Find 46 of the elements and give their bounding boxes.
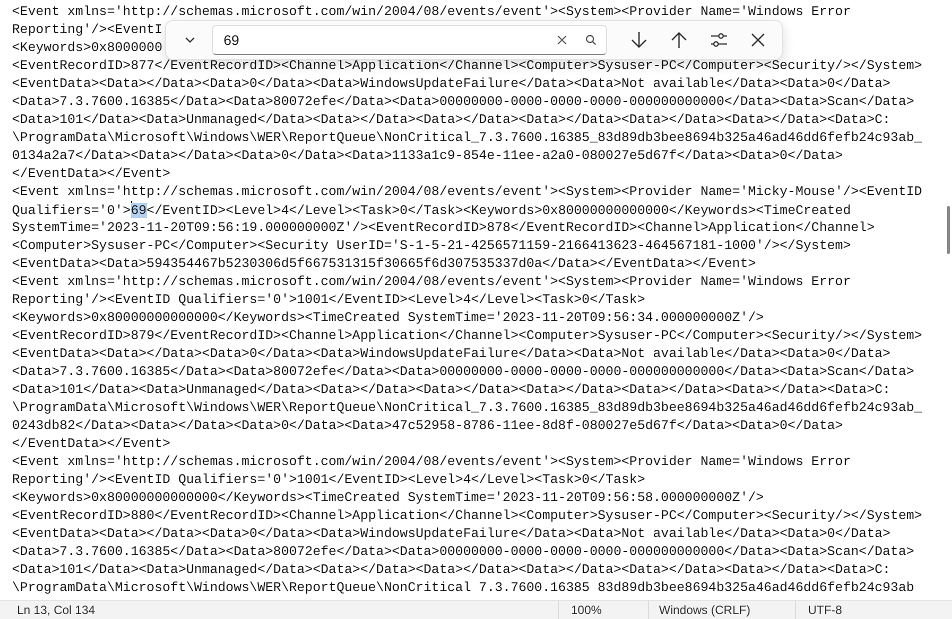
search-icon[interactable] (584, 33, 598, 47)
scrollbar-thumb[interactable] (947, 206, 950, 254)
text-line: \ProgramData\Microsoft\Windows\WER\ReportQueue\NonCritical_7.3.7600.16385_83d89db3bee8694b325a46ad46dd6fefb24c93ab_ (12, 399, 922, 417)
text-line: Reporting'/><EventID Qualifiers='0'>1001</EventID><Level>4</Level><Task>0</Task> (12, 471, 646, 489)
sliders-icon (708, 30, 729, 50)
text-line: Reporting'/><EventID Qualifiers='0'>1001</EventID><Level>4</Level><Task>0</Task> (12, 291, 646, 309)
arrow-up-icon (668, 30, 689, 50)
line-ending[interactable]: Windows (CRLF) (659, 603, 795, 617)
text-line: <Event xmlns='http://schemas.microsoft.com/win/2004/08/events/event'><System><Provider Name='Windows Error (12, 3, 851, 21)
text-line: <Data>7.3.7600.16385</Data><Data>80072efe</Data><Data>00000000-0000-0000-0000-000000000000</Data><Data>Scan</Data> (12, 363, 914, 381)
text-line: <Computer>Sysuser-PC</Computer><Security UserID='S-1-5-21-4256571159-2166413623-464567181-1000'/></System> (12, 237, 851, 255)
text-line: 0134a2a7</Data><Data></Data><Data>0</Data><Data>1133a1c9-854e-11ee-a2a0-080027e5d67f</Data><Data>0</Data> (12, 147, 843, 165)
text-line: <Data>101</Data><Data>Unmanaged</Data><Data></Data><Data></Data><Data></Data><Data></Data><Data></Data><Data>C: (12, 381, 890, 399)
text-line: Reporting'/><EventI (12, 21, 162, 39)
text-line: <EventData><Data></Data><Data>0</Data><Data>WindowsUpdateFailure</Data><Data>Not available</Data><Data>0</Data> (12, 345, 890, 363)
text-line: <Keywords>0x80000000000000</Keywords><TimeCreated SystemTime='2023-11-20T09:56:34.000000000Z'/> (12, 309, 764, 327)
text-line: <EventRecordID>877</EventRecordID><Channel>Application</Channel><Computer>Sysuser-PC</Computer><Security/></System> (12, 57, 922, 75)
text-line: <Data>7.3.7600.16385</Data><Data>80072efe</Data><Data>00000000-0000-0000-0000-000000000000</Data><Data>Scan</Data> (12, 543, 914, 561)
text-line: <EventRecordID>880</EventRecordID><Channel>Application</Channel><Computer>Sysuser-PC</Computer><Security/></System> (12, 507, 922, 525)
text-line: <EventData><Data></Data><Data>0</Data><Data>WindowsUpdateFailure</Data><Data>Not available</Data><Data>0</Data> (12, 75, 890, 93)
search-match: 69 (130, 203, 147, 218)
text-line: <EventRecordID>879</EventRecordID><Channel>Application</Channel><Computer>Sysuser-PC</Computer><Security/></System> (12, 327, 922, 345)
text-line: <Event xmlns='http://schemas.microsoft.com/win/2004/08/events/event'><System><Provider Name='Micky-Mouse'/><EventID (12, 183, 922, 201)
clear-icon[interactable] (555, 33, 570, 47)
text-line: \ProgramData\Microsoft\Windows\WER\ReportQueue\NonCritical_7.3.7600.16385_83d89db3bee8694b325a46ad46dd6fefb24c93ab_ (12, 129, 922, 147)
text-line: <EventData><Data></Data><Data>0</Data><Data>WindowsUpdateFailure</Data><Data>Not available</Data><Data>0</Data> (12, 525, 890, 543)
text-line: <Event xmlns='http://schemas.microsoft.com/win/2004/08/events/event'><System><Provider Name='Windows Error (12, 273, 851, 291)
text-line: <Keywords>0x80000000000000</Keywords><TimeCreated SystemTime='2023-11-20T09:56:58.000000000Z'/> (12, 489, 764, 507)
text-line: \ProgramData\Microsoft\Windows\WER\ReportQueue\NonCritical 7.3.7600.16385 83d89db3bee8694b325a46ad46dd6fefb24c93ab (12, 579, 914, 597)
text-line: <Data>7.3.7600.16385</Data><Data>80072efe</Data><Data>00000000-0000-0000-0000-000000000000</Data><Data>Scan</Data> (12, 93, 914, 111)
search-field[interactable]: 69 (212, 25, 608, 55)
text-line: <Keywords>0x8000000 (12, 39, 162, 57)
text-line: SystemTime='2023-11-20T09:56:19.000000000Z'/><EventRecordID>878</EventRecordID><Channel>Application</Channel> (12, 219, 875, 237)
cursor-position: Ln 13, Col 134 (17, 603, 96, 617)
text-line: <EventData><Data>594354467b5230306d5f667531315f30665f6d307535337d0a</Data></EventData></Event> (12, 255, 756, 273)
close-icon (750, 32, 766, 48)
text-line: <Data>101</Data><Data>Unmanaged</Data><Data></Data><Data></Data><Data></Data><Data></Data><Data></Data><Data>C: (12, 111, 890, 129)
text-line: </EventData></Event> (12, 165, 170, 183)
text-line: Qualifiers='0'>69</EventID><Level>4</Level><Task>0</Task><Keywords>0x80000000000000</Keywords><TimeCreated (12, 201, 851, 219)
text-line: <Event xmlns='http://schemas.microsoft.com/win/2004/08/events/event'><System><Provider Name='Windows Error (12, 453, 851, 471)
encoding[interactable]: UTF-8 (808, 603, 842, 617)
text-line: 0243db82</Data><Data></Data><Data>0</Data><Data>47c52958-8786-11ee-8d8f-080027e5d67f</Data><Data>0</Data> (12, 417, 843, 435)
text-line: <Data>101</Data><Data>Unmanaged</Data><Data></Data><Data></Data><Data></Data><Data></Data><Data></Data><Data>C: (12, 561, 890, 579)
text-line: </EventData></Event> (12, 435, 170, 453)
zoom-level[interactable]: 100% (571, 603, 648, 617)
arrow-down-icon (629, 30, 650, 50)
